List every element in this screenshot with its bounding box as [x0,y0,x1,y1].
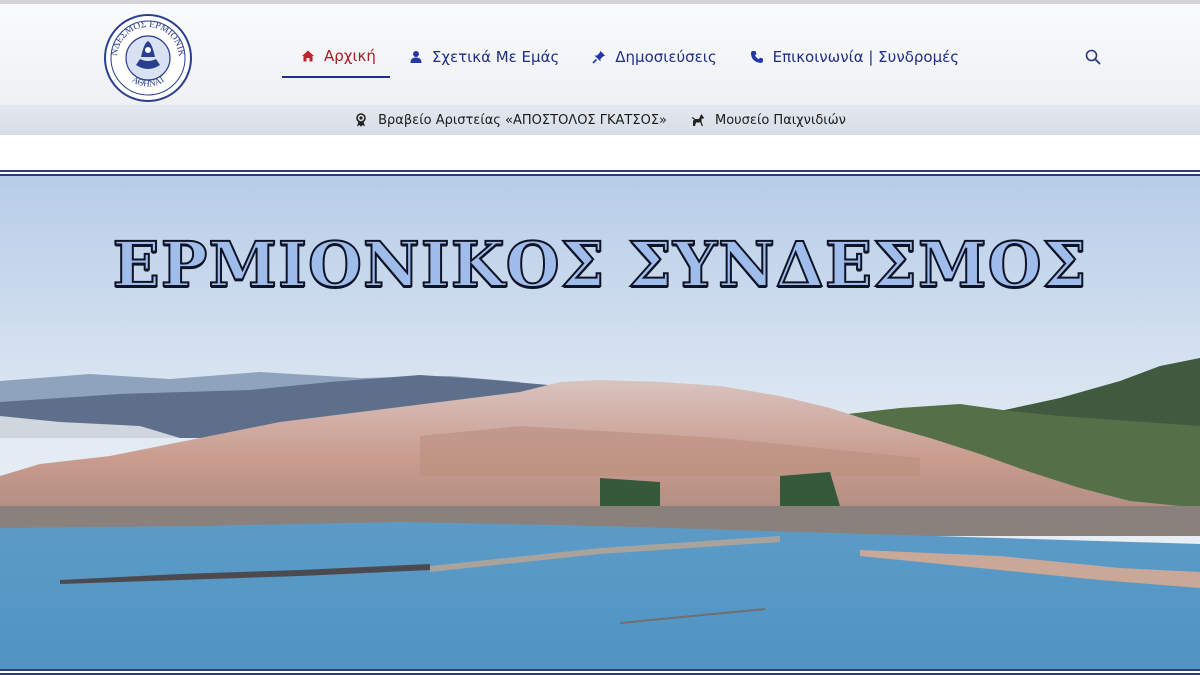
phone-icon [750,51,763,63]
subnav-award[interactable]: Βραβείο Αριστείας «ΑΠΟΣΤΟΛΟΣ ΓΚΑΤΣΟΣ» [354,113,667,128]
nav-home-label: Αρχική [324,47,376,65]
user-icon [410,51,422,63]
subnav-toy-museum[interactable]: Μουσείο Παιχνιδιών [691,113,846,128]
horse-icon [691,114,704,126]
site-header: ΣΥΝΔΕΣΜΟΣ ΕΡΜΙΟΝΙΚΟΣ ΑΘΗΝΑΙ Αρχική Σχετι… [0,4,1200,105]
nav-publications[interactable]: Δημοσιεύσεις [573,40,730,78]
secondary-nav: Βραβείο Αριστείας «ΑΠΟΣΤΟΛΟΣ ΓΚΑΤΣΟΣ» Μο… [0,105,1200,135]
nav-about[interactable]: Σχετικά Με Εμάς [390,40,573,78]
association-seal-logo[interactable]: ΣΥΝΔΕΣΜΟΣ ΕΡΜΙΟΝΙΚΟΣ ΑΘΗΝΑΙ [100,6,193,103]
subnav-award-label: Βραβείο Αριστείας «ΑΠΟΣΤΟΛΟΣ ΓΚΑΤΣΟΣ» [378,112,667,128]
pin-icon [592,51,606,64]
nav-publications-label: Δημοσιεύσεις [615,48,717,66]
search-icon [1085,49,1101,65]
subnav-toy-museum-label: Μουσείο Παιχνιδιών [714,112,846,128]
search-button[interactable] [1085,49,1101,65]
nav-about-label: Σχετικά Με Εμάς [431,48,560,66]
nav-home[interactable]: Αρχική [282,40,390,78]
nav-contact-label: Επικοινωνία | Συνδρομές [772,48,960,66]
hero-banner: ΕΡΜΙΟΝΙΚΟΣ ΣΥΝΔΕΣΜΟΣ [0,170,1200,675]
home-icon [302,50,314,62]
award-icon [356,113,366,127]
main-nav: Αρχική Σχετικά Με Εμάς Δημοσιεύσεις Επικ… [282,40,973,78]
hero-title: ΕΡΜΙΟΝΙΚΟΣ ΣΥΝΔΕΣΜΟΣ [112,227,1088,302]
nav-contact[interactable]: Επικοινωνία | Συνδρομές [731,40,973,78]
